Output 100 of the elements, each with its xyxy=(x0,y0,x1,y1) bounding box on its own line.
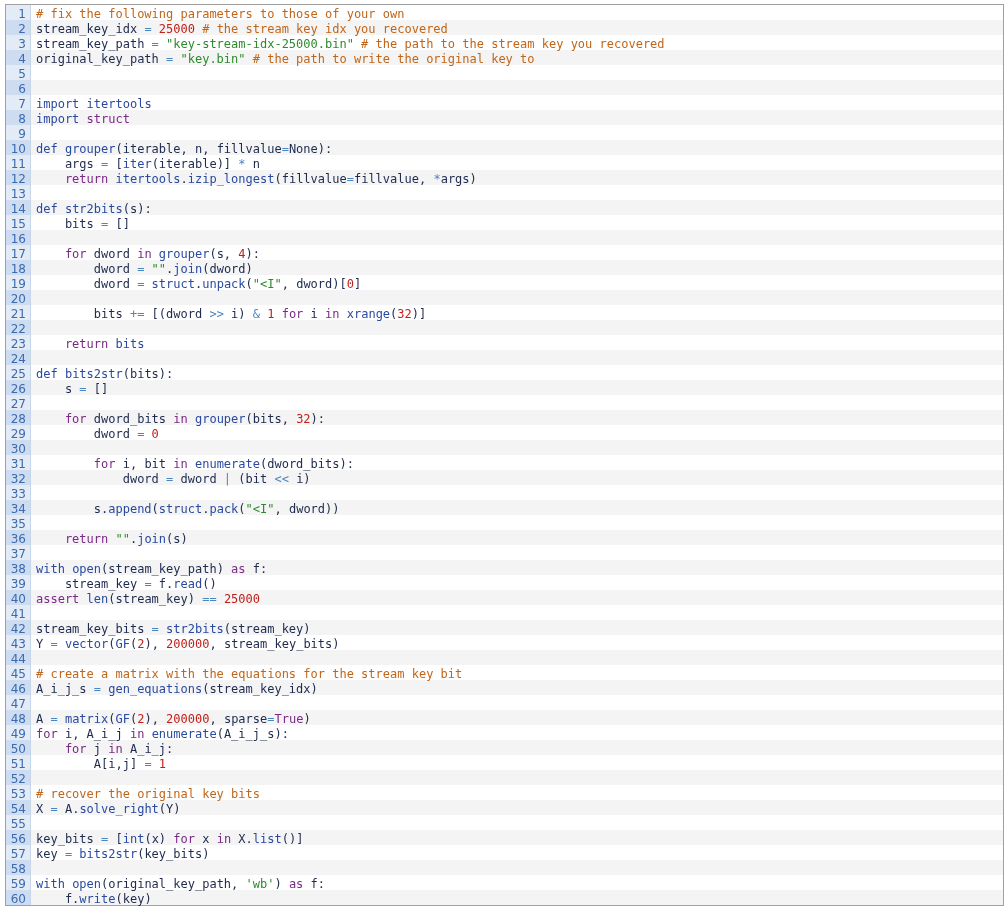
code-line: stream_key_idx = 25000 # the stream key idx you recovered xyxy=(36,22,448,36)
line-number: 52 xyxy=(10,772,26,786)
code-line: f.write(key) xyxy=(63,892,152,906)
line-number: 18 xyxy=(10,262,26,276)
line-number: 24 xyxy=(10,352,26,366)
line-number: 20 xyxy=(10,292,26,306)
line-number: 26 xyxy=(10,382,26,396)
code-line: stream_key_bits = str2bits(stream_key) xyxy=(36,622,311,636)
line-number: 11 xyxy=(10,157,26,171)
line-number: 7 xyxy=(18,97,26,111)
line-number: 39 xyxy=(10,577,26,591)
code-line: return bits xyxy=(63,337,145,351)
line-number: 13 xyxy=(10,187,26,201)
code-line: A_i_j_s = gen_equations(stream_key_idx) xyxy=(36,682,318,696)
code-line: for j in A_i_j: xyxy=(63,742,174,756)
code-line: dword = "".join(dword) xyxy=(92,262,253,276)
code-line: def bits2str(bits): xyxy=(36,367,174,381)
line-number: 38 xyxy=(10,562,26,576)
line-number: 3 xyxy=(18,37,26,51)
code-line: # create a matrix with the equations for the stream key bit xyxy=(36,667,463,681)
line-number: 51 xyxy=(10,757,26,771)
line-number: 2 xyxy=(18,22,26,36)
line-number: 27 xyxy=(10,397,26,411)
line-number: 16 xyxy=(10,232,26,246)
code-line: for i, A_i_j in enumerate(A_i_j_s): xyxy=(36,727,289,741)
line-number: 32 xyxy=(10,472,26,486)
line-number: 54 xyxy=(10,802,26,816)
code-line: for dword in grouper(s, 4): xyxy=(63,247,260,261)
line-number: 9 xyxy=(18,127,26,141)
line-number: 23 xyxy=(10,337,26,351)
line-number: 59 xyxy=(10,877,26,891)
line-number: 42 xyxy=(10,622,26,636)
code-line: def grouper(iterable, n, fillvalue=None): xyxy=(36,142,333,156)
code-line: X = A.solve_right(Y) xyxy=(36,802,181,816)
code-line: dword = 0 xyxy=(92,427,159,441)
line-number: 56 xyxy=(10,832,26,846)
line-number: 25 xyxy=(10,367,26,381)
line-number: 53 xyxy=(10,787,26,801)
line-number: 40 xyxy=(10,592,26,606)
code-line: A[i,j] = 1 xyxy=(92,757,167,771)
line-number: 4 xyxy=(18,52,26,66)
line-number: 5 xyxy=(18,67,26,81)
line-number: 37 xyxy=(10,547,26,561)
line-number: 15 xyxy=(10,217,26,231)
line-number: 14 xyxy=(10,202,26,216)
code-line: with open(original_key_path, 'wb') as f: xyxy=(36,877,326,891)
line-number: 33 xyxy=(10,487,26,501)
line-number: 10 xyxy=(10,142,26,156)
code-line: assert len(stream_key) == 25000 xyxy=(36,592,260,606)
code-line: A = matrix(GF(2), 200000, sparse=True) xyxy=(36,712,311,726)
line-number: 45 xyxy=(10,667,26,681)
line-number: 50 xyxy=(10,742,26,756)
code-line: stream_key = f.read() xyxy=(63,577,217,591)
line-number: 8 xyxy=(18,112,26,126)
code-line: stream_key_path = "key-stream-idx-25000.bin" # the path to the stream key you recovered xyxy=(36,37,665,51)
line-number: 57 xyxy=(10,847,26,861)
line-number: 47 xyxy=(10,697,26,711)
line-number: 30 xyxy=(10,442,26,456)
code-line: def str2bits(s): xyxy=(36,202,152,216)
line-number: 58 xyxy=(10,862,26,876)
code-line: key_bits = [int(x) for x in X.list()] xyxy=(36,832,304,846)
line-number: 48 xyxy=(10,712,26,726)
code-line: Y = vector(GF(2), 200000, stream_key_bits) xyxy=(36,637,340,651)
line-number: 21 xyxy=(10,307,26,321)
line-number: 49 xyxy=(10,727,26,741)
code-line: import struct xyxy=(36,112,130,126)
code-line: dword = dword | (bit << i) xyxy=(121,472,311,486)
line-number: 22 xyxy=(10,322,26,336)
code-line: return itertools.izip_longest(fillvalue=fillvalue, *args) xyxy=(63,172,477,186)
code-line: key = bits2str(key_bits) xyxy=(36,847,210,861)
code-line: args = [iter(iterable)] * n xyxy=(63,157,260,171)
line-number: 6 xyxy=(18,82,26,96)
code-line: return "".join(s) xyxy=(63,532,188,546)
line-number: 60 xyxy=(10,892,26,906)
code-line: with open(stream_key_path) as f: xyxy=(36,562,268,576)
line-number: 41 xyxy=(10,607,26,621)
line-number: 44 xyxy=(10,652,26,666)
code-line: dword = struct.unpack("<I", dword)[0] xyxy=(92,277,362,291)
code-line: bits = [] xyxy=(63,217,130,231)
line-number: 28 xyxy=(10,412,26,426)
code-line: s.append(struct.pack("<I", dword)) xyxy=(92,502,340,516)
code-line: s = [] xyxy=(63,382,109,396)
line-number: 1 xyxy=(18,7,26,21)
code-line: original_key_path = "key.bin" # the path to write the original key to xyxy=(36,52,535,66)
code-line: # recover the original key bits xyxy=(36,787,260,801)
line-number: 31 xyxy=(10,457,26,471)
line-number: 12 xyxy=(10,172,26,186)
line-number: 19 xyxy=(10,277,26,291)
code-line: import itertools xyxy=(36,97,152,111)
line-number: 35 xyxy=(10,517,26,531)
code-line: # fix the following parameters to those of your own xyxy=(36,7,405,21)
line-number: 55 xyxy=(10,817,26,831)
code-line: bits += [(dword >> i) & 1 for i in xrange(32)] xyxy=(92,307,427,321)
line-number: 34 xyxy=(10,502,26,516)
line-number: 17 xyxy=(10,247,26,261)
line-number: 43 xyxy=(10,637,26,651)
code-line: for dword_bits in grouper(bits, 32): xyxy=(63,412,326,426)
code-line: for i, bit in enumerate(dword_bits): xyxy=(92,457,354,471)
line-number: 46 xyxy=(10,682,26,696)
line-number: 36 xyxy=(10,532,26,546)
